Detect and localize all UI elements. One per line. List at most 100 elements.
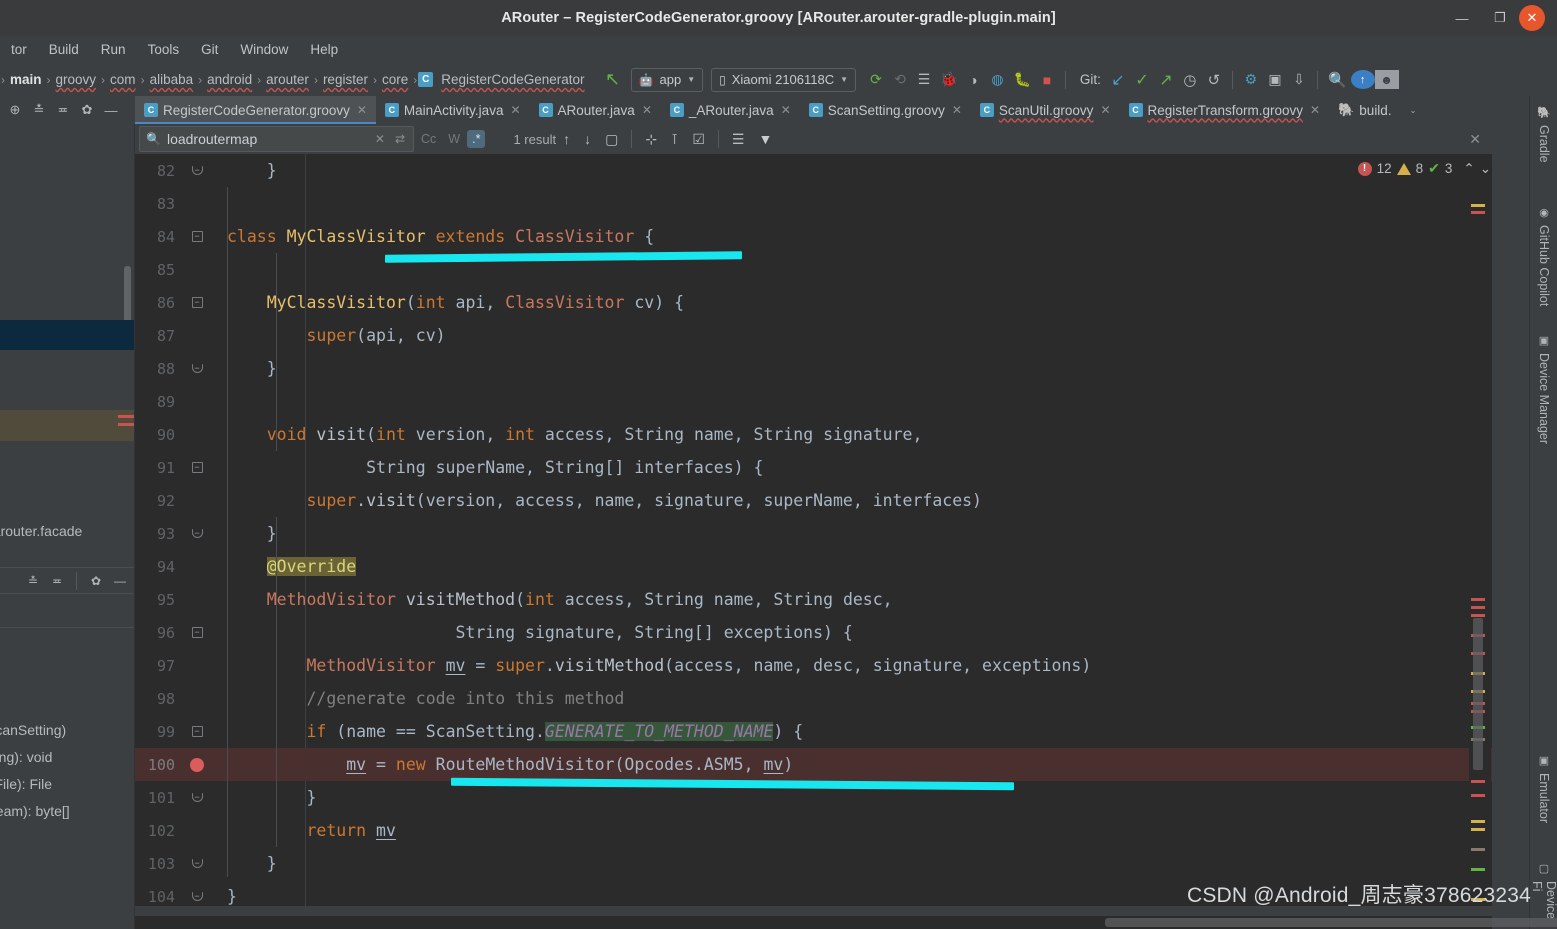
fold-end-icon[interactable]: − [191,891,203,901]
fold-gutter[interactable]: − [183,462,211,473]
upload-icon[interactable]: ↑ [1350,70,1375,89]
settings-icon[interactable]: ✿ [85,570,107,592]
debug-icon[interactable]: 🐞 [936,68,961,92]
select-all-button[interactable]: ▢ [598,131,625,148]
code-line[interactable]: 88 − } [135,352,1492,385]
history-icon[interactable]: ◷ [1178,68,1202,92]
breadcrumb-main[interactable]: main [6,72,46,87]
back-arrow-icon[interactable]: ↖ [601,68,625,92]
menu-item-help[interactable]: Help [299,40,349,59]
breakpoint-icon[interactable] [190,757,204,772]
tab-scan-util[interactable]: C ScanUtil.groovy ✕ [970,96,1120,124]
tab-overflow-button[interactable]: ⌄ [1400,96,1426,124]
fold-gutter[interactable]: − [183,792,211,802]
fold-gutter[interactable]: − [183,297,211,308]
git-push-icon[interactable]: ↗ [1154,68,1178,92]
tool-window-emulator[interactable]: ▣ Emulator [1530,748,1557,829]
code-line[interactable]: 84 − class MyClassVisitor extends ClassVis… [135,220,1492,253]
code-line[interactable]: 96 − String signature, String[] exception… [135,616,1492,649]
tool-window-gradle[interactable]: 🐘 Gradle [1530,100,1557,169]
fold-gutter[interactable]: − [183,231,211,242]
tool-window-github-copilot[interactable]: ◉ GitHub Copilot [1530,200,1557,312]
match-case-toggle[interactable]: Cc [416,130,441,148]
remove-line-button[interactable]: ⊺ [664,131,685,148]
code-line[interactable]: 91 − String superName, String[] interface… [135,451,1492,484]
clear-search-icon[interactable]: ✕ [373,132,387,146]
fold-end-icon[interactable]: − [191,363,203,373]
open-in-find-window-button[interactable]: ☰ [725,131,752,148]
fold-end-icon[interactable]: − [191,858,203,868]
menu-item-window[interactable]: Window [229,40,299,59]
collapse-all-icon[interactable]: ≖ [52,99,74,121]
collapse-all-icon[interactable]: ≖ [46,570,68,592]
code-line[interactable]: 86 − MyClassVisitor(int api, ClassVisitor… [135,286,1492,319]
tab-underscore-arouter[interactable]: C _ARouter.java ✕ [660,96,800,124]
next-match-button[interactable]: ↓ [577,131,598,147]
tab-main-activity[interactable]: C MainActivity.java ✕ [375,96,530,124]
code-line[interactable]: 102 return mv [135,814,1492,847]
sdk-manager-icon[interactable]: ⇩ [1287,68,1311,92]
fold-collapse-icon[interactable]: − [191,231,203,242]
close-icon[interactable]: ✕ [357,103,367,117]
breakpoint-marker[interactable] [183,757,211,772]
left-tool-panel[interactable]: ivity id.arouter.facade ≛ ≖ ✿ — ScanSett… [0,124,135,929]
maximize-button[interactable]: ❐ [1481,0,1519,36]
close-icon[interactable]: ✕ [1100,103,1110,117]
tab-register-code-generator[interactable]: C RegisterCodeGenerator.groovy ✕ [135,96,376,124]
device-selector[interactable]: ▯ Xiaomi 2106118C ▼ [711,67,857,92]
code-line[interactable]: 82 − } [135,154,1492,187]
breadcrumb-groovy[interactable]: groovy [52,72,101,87]
left-panel-text[interactable]: ScanSetting) [0,722,66,738]
horizontal-scrollbar[interactable] [135,916,1557,929]
inspection-widget[interactable]: ! 12 8 ✔ 3 ⌃ ⌄ [1357,160,1491,177]
profile-icon[interactable]: ◍ [985,68,1009,92]
run-icon[interactable]: ⟳ [864,68,888,92]
code-editor[interactable]: 82− } 83 84− class MyClassVisitor extends … [135,154,1492,906]
horizontal-scrollbar-thumb[interactable] [1105,918,1557,927]
menu-item-run[interactable]: Run [90,40,137,59]
fold-end-icon[interactable]: − [191,792,203,802]
close-icon[interactable]: ✕ [1310,103,1320,117]
layout-inspector-icon[interactable]: ⚙ [1239,68,1263,92]
git-update-icon[interactable]: ↙ [1106,68,1130,92]
fold-collapse-icon[interactable]: − [191,297,203,308]
code-line[interactable]: 100 mv = new RouteMethodVisitor(Opcodes.… [135,748,1492,781]
fold-collapse-icon[interactable]: − [191,462,203,473]
close-icon[interactable]: ✕ [510,103,520,117]
fold-collapse-icon[interactable]: − [191,627,203,638]
filter-button[interactable]: ▼ [751,131,779,147]
menu-item-tools[interactable]: Tools [137,40,191,59]
left-panel-text[interactable]: etting): void [0,749,52,765]
editor-scrollbar[interactable] [1469,186,1491,906]
expand-all-icon[interactable]: ≛ [22,570,44,592]
breadcrumb-android[interactable]: android [203,72,256,87]
breadcrumb-core[interactable]: core [378,72,412,87]
fold-gutter[interactable]: − [183,858,211,868]
fold-gutter[interactable]: − [183,528,211,538]
profiler-attach-icon[interactable]: 🐛 [1009,68,1034,92]
close-find-bar-button[interactable]: ✕ [1462,131,1488,148]
left-panel-warning-row[interactable] [0,410,134,441]
close-icon[interactable]: ✕ [952,103,962,117]
next-problem-icon[interactable]: ⌄ [1480,161,1491,177]
tab-register-transform[interactable]: C RegisterTransform.groovy ✕ [1119,96,1330,124]
tab-build-gradle[interactable]: 🐘 build. [1329,96,1401,124]
account-icon[interactable]: ☻ [1374,70,1399,89]
fold-gutter[interactable]: − [183,165,211,175]
prev-match-button[interactable]: ↑ [556,131,577,147]
code-line[interactable]: 97 MethodVisitor mv = super.visitMethod(… [135,649,1492,682]
hide-panel-icon[interactable]: — [109,570,131,592]
module-selector[interactable]: 🤖 app ▼ [630,67,704,92]
breadcrumb-register[interactable]: register [319,72,372,87]
stop-icon[interactable]: ■ [1035,68,1059,92]
minimize-button[interactable]: — [1443,0,1481,36]
fold-gutter[interactable]: − [183,627,211,638]
left-panel-text[interactable]: e(File): File [0,776,52,792]
hide-panel-icon[interactable]: — [100,99,122,121]
regex-toggle[interactable]: .* [467,130,486,148]
breadcrumb-arouter[interactable]: arouter [262,72,313,87]
menu-item-git[interactable]: Git [190,40,229,59]
add-line-button[interactable]: ⊹ [638,131,664,148]
code-line[interactable]: 103 − } [135,847,1492,880]
words-toggle[interactable]: W [443,130,465,148]
